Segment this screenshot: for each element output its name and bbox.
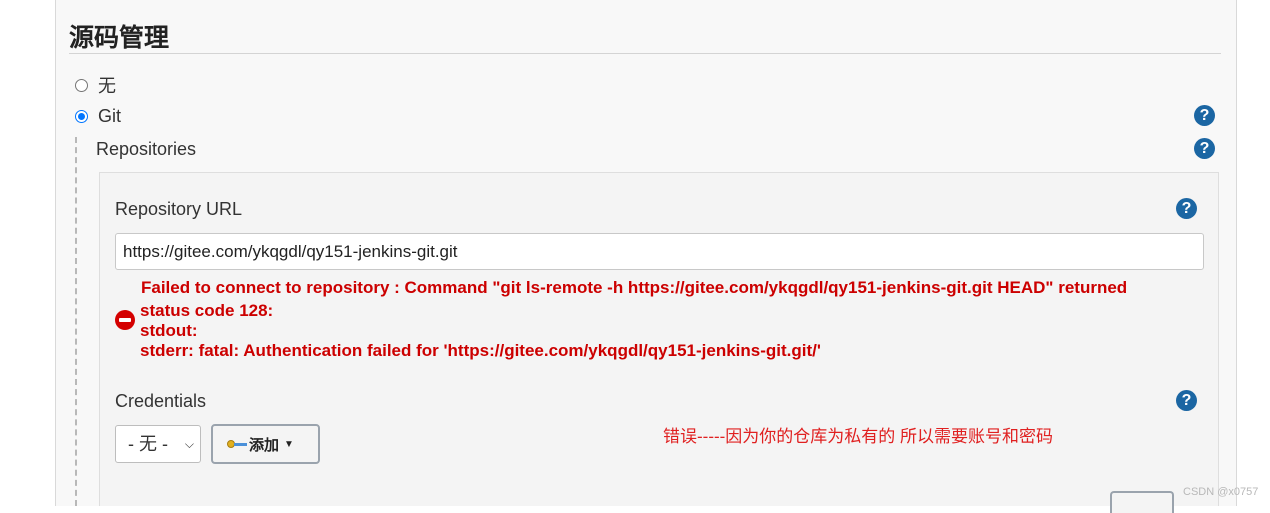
credentials-select[interactable]: - 无 - ⌵: [115, 425, 201, 463]
help-git-icon[interactable]: ?: [1194, 105, 1215, 126]
scm-option-none-label: 无: [98, 76, 116, 96]
repository-url-input[interactable]: https://gitee.com/ykqgdl/qy151-jenkins-g…: [115, 233, 1204, 270]
help-repository-url-icon[interactable]: ?: [1176, 198, 1197, 219]
help-credentials-icon[interactable]: ?: [1176, 390, 1197, 411]
chevron-down-icon: ⌵: [184, 437, 194, 451]
credentials-selected-value: - 无 -: [128, 434, 168, 454]
error-icon: [115, 310, 135, 330]
radio-git[interactable]: [75, 110, 88, 123]
repository-url-label: Repository URL: [115, 199, 243, 219]
radio-none[interactable]: [75, 78, 88, 92]
error-line-4: stderr: fatal: Authentication failed for…: [140, 341, 821, 360]
add-credentials-button[interactable]: 添加 ▼: [211, 424, 320, 464]
scm-option-none[interactable]: 无: [75, 72, 116, 98]
watermark: CSDN @x0757: [1183, 486, 1259, 498]
add-credentials-label: 添加: [249, 436, 280, 454]
scm-option-git[interactable]: Git: [75, 106, 121, 127]
repositories-label: Repositories: [96, 139, 197, 159]
error-line-3: stdout:: [140, 321, 198, 340]
help-repositories-icon[interactable]: ?: [1194, 138, 1215, 159]
credentials-label: Credentials: [115, 391, 207, 411]
annotation-note: 错误-----因为你的仓库为私有的 所以需要账号和密码: [663, 427, 1054, 446]
dropdown-arrow-icon: ▼: [284, 438, 294, 450]
scm-option-git-label: Git: [98, 106, 122, 126]
key-icon: [227, 438, 247, 450]
git-section-divider: [75, 137, 77, 506]
section-title: 源码管理: [69, 24, 170, 52]
partial-button[interactable]: [1110, 491, 1174, 513]
error-line-1: Failed to connect to repository : Comman…: [141, 278, 1128, 297]
error-line-2: status code 128:: [140, 301, 274, 320]
title-divider: [69, 53, 1221, 54]
